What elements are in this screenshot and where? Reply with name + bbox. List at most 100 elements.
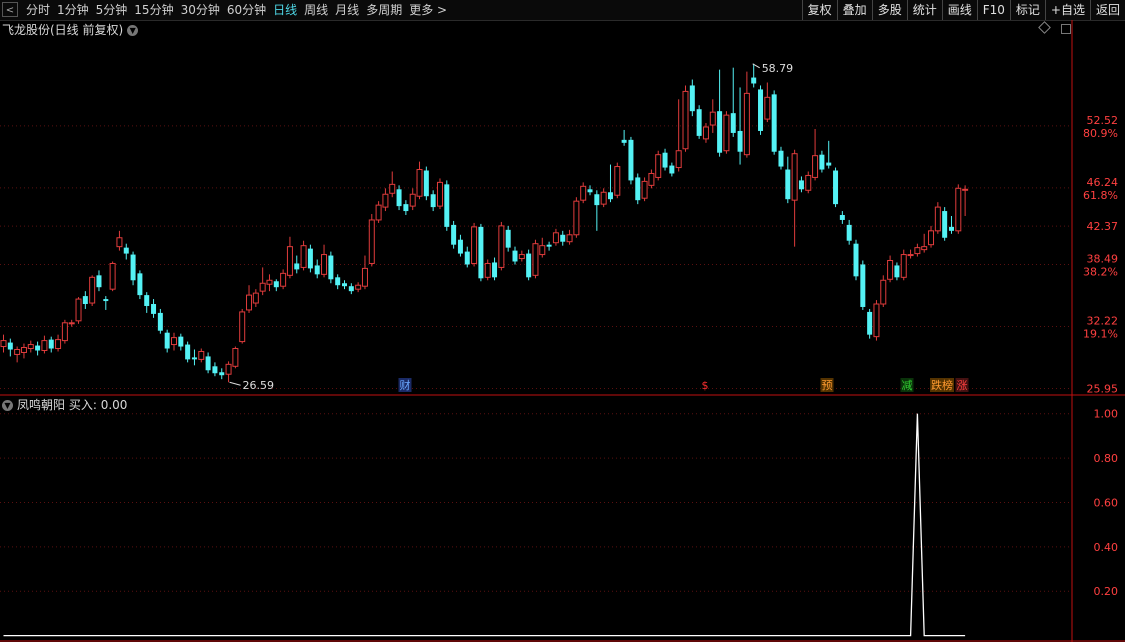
candle-body [566, 234, 573, 243]
candle-body [355, 284, 362, 290]
candle [873, 300, 880, 341]
candle-body [819, 154, 825, 170]
candle [539, 237, 546, 258]
candle [0, 334, 7, 353]
candle-body [743, 92, 750, 156]
event-marker: $ [702, 379, 709, 392]
candle [14, 346, 21, 363]
period-tab-5[interactable]: 60分钟 [225, 0, 271, 20]
candle [805, 171, 812, 194]
candle [689, 79, 695, 117]
candle [751, 63, 757, 88]
tool-button-2[interactable]: 多股 [871, 0, 907, 20]
event-marker: 减 [900, 378, 914, 392]
period-tabs: 分时 1分钟 5分钟 15分钟 30分钟 60分钟 日线 周线 月线 多周期 更多 > [24, 0, 452, 20]
candle [409, 188, 416, 211]
candle-body [641, 180, 648, 199]
candle-body [492, 262, 498, 278]
tool-button-5[interactable]: F10 [976, 0, 1010, 20]
candle-body [75, 298, 82, 322]
period-tab-3[interactable]: 15分钟 [132, 0, 178, 20]
candle-body [300, 245, 307, 268]
candle-body [771, 94, 777, 152]
candle-body [614, 166, 621, 196]
tool-button-7[interactable]: +自选 [1044, 0, 1090, 20]
candle-body [151, 304, 157, 314]
period-tab-8[interactable]: 月线 [333, 0, 364, 20]
candle [151, 299, 157, 318]
candle-body [82, 296, 88, 305]
candle-body [361, 267, 368, 287]
candle-body [628, 139, 634, 181]
candle [403, 200, 409, 216]
tool-button-1[interactable]: 叠加 [836, 0, 872, 20]
candle-body [35, 345, 41, 351]
candle-body [0, 340, 7, 348]
candle [96, 270, 102, 292]
candle-body [635, 177, 641, 201]
event-marker: 预 [820, 378, 834, 392]
candle-body [403, 204, 409, 212]
candle [294, 255, 300, 274]
candle-body [259, 282, 266, 292]
candle [900, 249, 907, 281]
period-tab-0[interactable]: 分时 [24, 0, 55, 20]
candle-body [805, 174, 812, 191]
candle [778, 146, 784, 170]
tool-buttons: 复权 叠加 多股 统计 画线 F10 标记 +自选 返回 [801, 0, 1125, 20]
period-tab-6[interactable]: 日线 [271, 0, 302, 20]
candle-body [280, 272, 287, 287]
period-tab-9[interactable]: 多周期 [364, 0, 407, 20]
period-tab-10[interactable]: 更多 > [407, 0, 452, 20]
tool-button-3[interactable]: 统计 [906, 0, 942, 20]
candle-body [185, 344, 191, 360]
sub-y-tick-label: 0.40 [1094, 541, 1119, 554]
candle-body [396, 189, 402, 207]
candle-body [880, 279, 887, 305]
period-tab-2[interactable]: 5分钟 [94, 0, 133, 20]
event-marker-label: 预 [822, 379, 833, 392]
tool-button-0[interactable]: 复权 [801, 0, 837, 20]
kline-chart[interactable]: 52.5280.9% 46.2461.8% 42.37 38.4938.2% 32.22… [0, 20, 1125, 642]
candle [68, 319, 75, 327]
candle-body [48, 339, 54, 349]
candle [607, 164, 613, 203]
period-tab-4[interactable]: 30分钟 [179, 0, 225, 20]
period-tab-7[interactable]: 周线 [302, 0, 333, 20]
candle [880, 275, 887, 307]
tool-button-4[interactable]: 画线 [941, 0, 977, 20]
candle-body [61, 322, 68, 342]
candle [178, 333, 184, 351]
candle [771, 90, 777, 155]
candle [164, 329, 170, 353]
candle-body [546, 244, 552, 247]
candle-body [573, 200, 580, 236]
tool-button-8[interactable]: 返回 [1089, 0, 1125, 20]
back-arrow-icon[interactable]: < [2, 2, 18, 17]
candle-body [137, 273, 143, 296]
candle [962, 185, 969, 216]
candle [669, 162, 675, 177]
candle-body [7, 342, 13, 350]
event-marker-label: $ [702, 379, 709, 392]
candle-body [294, 263, 300, 270]
candle-body [103, 299, 109, 302]
candle-body [307, 248, 313, 269]
candle-body [675, 150, 682, 169]
candle-body [335, 277, 341, 286]
candle-body [833, 170, 839, 205]
candle [396, 185, 402, 211]
event-marker: 跌榜 [930, 378, 954, 392]
low-marker-arrow [229, 381, 241, 386]
event-marker: 涨 [955, 378, 969, 392]
tool-button-6[interactable]: 标记 [1009, 0, 1045, 20]
candle [655, 150, 662, 181]
candle-body [451, 224, 457, 245]
candle [526, 249, 532, 281]
period-tab-1[interactable]: 1分钟 [55, 0, 94, 20]
candle-body [894, 265, 900, 278]
y-tick-label: 38.49 [1087, 253, 1119, 266]
candle [648, 169, 655, 189]
candle [675, 99, 682, 172]
y-tick-label: 52.52 [1087, 114, 1119, 127]
